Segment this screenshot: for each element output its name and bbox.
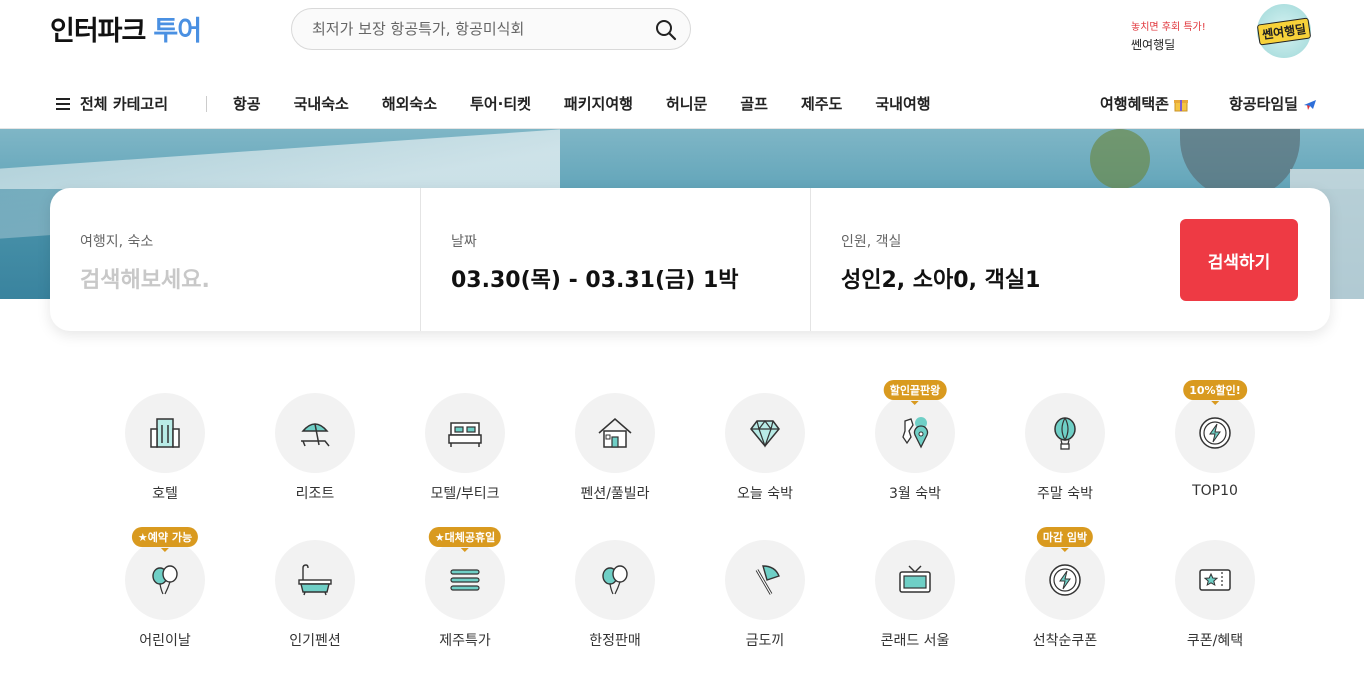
nav-item-golf[interactable]: 골프: [740, 93, 768, 114]
all-categories-label: 전체 카테고리: [80, 95, 169, 113]
category-coupon-benefit[interactable]: 쿠폰/혜택: [1140, 540, 1290, 660]
category-label: 쿠폰/혜택: [1186, 633, 1244, 649]
promo-line1: 놓치면 후회 특가!: [1131, 22, 1206, 33]
hotel-icon: [150, 418, 180, 448]
nav-item-overseas-stay[interactable]: 해외숙소: [382, 93, 437, 114]
nav-item-flight[interactable]: 항공: [233, 93, 261, 114]
destination-placeholder: 검색해보세요.: [80, 268, 210, 293]
date-label: 날짜: [451, 234, 477, 250]
category-label: 호텔: [152, 486, 178, 502]
category-label: 제주특가: [439, 633, 491, 649]
promo-line2: 쎈여행딜: [1131, 38, 1176, 52]
diamond-icon: [750, 420, 780, 448]
category-jeju-special[interactable]: 제주특가 ★대체공휴일: [390, 527, 540, 660]
search-bar: [291, 8, 691, 50]
axe-icon: [755, 565, 780, 595]
category-tag: 10%할인!: [1183, 380, 1247, 405]
promo-link[interactable]: 놓치면 후회 특가! 쎈여행딜: [1131, 18, 1206, 53]
airplane-icon: [1304, 99, 1316, 110]
category-tag: ★대체공휴일: [428, 527, 502, 552]
promo-badge-text: 쎈여행딜: [1256, 16, 1312, 46]
house-icon: [598, 418, 632, 448]
category-label: 리조트: [295, 486, 335, 502]
booking-card: 여행지, 숙소 검색해보세요. 날짜 03.30(목) - 03.31(금) 1…: [50, 188, 1330, 331]
menu-lines-icon: [450, 569, 480, 591]
category-label: 오늘 숙박: [737, 486, 793, 502]
category-label: 어린이날: [139, 633, 191, 649]
gift-icon: [1173, 99, 1188, 111]
tv-icon: [899, 565, 931, 593]
category-label: TOP10: [1192, 483, 1238, 499]
category-label: 금도끼: [745, 633, 785, 649]
nav-item-jeju[interactable]: 제주도: [801, 93, 842, 114]
header: 인터파크투어 놓치면 후회 특가! 쎈여행딜 쎈여행딜: [0, 0, 1364, 68]
balloons-icon: [602, 565, 628, 595]
category-tag: 할인끝판왕: [883, 380, 947, 405]
category-today-stay[interactable]: 오늘 숙박: [690, 393, 840, 513]
category-pension[interactable]: 펜션/풀빌라: [540, 393, 690, 513]
nav-menu: 항공 국내숙소 해외숙소 투어·티켓 패키지여행 허니문 골프 제주도 국내여행: [233, 93, 964, 114]
site-logo[interactable]: 인터파크 투어: [50, 9, 202, 48]
balloon-icon: [1054, 417, 1076, 450]
category-motel[interactable]: 모텔/부티크: [390, 393, 540, 513]
nav-item-package[interactable]: 패키지여행: [564, 93, 633, 114]
flight-timedeal-label: 항공타임딜: [1228, 95, 1298, 113]
lightning-icon: [1199, 417, 1231, 449]
category-tag: 마감 임박: [1036, 527, 1094, 552]
category-hotel[interactable]: 호텔: [90, 393, 240, 513]
category-top10[interactable]: TOP10 10%할인!: [1140, 380, 1290, 513]
category-label: 한정판매: [589, 633, 641, 649]
category-label: 주말 숙박: [1037, 486, 1093, 502]
destination-label: 여행지, 숙소: [80, 234, 154, 250]
nav-divider: [206, 96, 207, 112]
destination-field[interactable]: 여행지, 숙소 검색해보세요.: [50, 188, 420, 331]
nav-item-domestic-stay[interactable]: 국내숙소: [294, 93, 349, 114]
benefit-zone-label: 여행혜택존: [1099, 95, 1169, 113]
ticket-icon: [1199, 569, 1231, 591]
category-label: 3월 숙박: [889, 486, 941, 502]
category-resort[interactable]: 리조트: [240, 393, 390, 513]
search-button[interactable]: 검색하기: [1180, 219, 1298, 301]
bed-icon: [448, 422, 482, 447]
all-categories-button[interactable]: 전체 카테고리: [56, 93, 168, 114]
category-first-come-coupon[interactable]: 선착순쿠폰 마감 임박: [990, 527, 1140, 660]
category-label: 펜션/풀빌라: [580, 486, 650, 502]
nav-item-domestic-travel[interactable]: 국내여행: [875, 93, 930, 114]
search-icon[interactable]: [654, 18, 678, 42]
bathtub-icon: [298, 564, 332, 596]
category-march-stay[interactable]: 3월 숙박 할인끝판왕: [840, 380, 990, 513]
guest-label: 인원, 객실: [841, 234, 902, 250]
map-pin-icon: [902, 417, 929, 449]
search-input[interactable]: [312, 17, 632, 41]
category-tag: ★예약 가능: [131, 527, 199, 552]
guest-value: 성인2, 소아0, 객실1: [841, 268, 1041, 293]
nav-benefit-zone[interactable]: 여행혜택존: [1100, 93, 1189, 114]
category-label: 모텔/부티크: [430, 486, 500, 502]
hamburger-icon: [56, 97, 70, 110]
date-field[interactable]: 날짜 03.30(목) - 03.31(금) 1박: [421, 188, 810, 331]
main-nav: 전체 카테고리 항공 국내숙소 해외숙소 투어·티켓 패키지여행 허니문 골프 …: [0, 80, 1364, 129]
category-label: 콘래드 서울: [880, 633, 950, 649]
category-label: 선착순쿠폰: [1032, 633, 1098, 649]
logo-main: 인터파크: [50, 16, 146, 47]
promo-badge[interactable]: 쎈여행딜: [1256, 4, 1312, 58]
category-label: 인기펜션: [289, 633, 341, 649]
category-limited-sale[interactable]: 한정판매: [540, 540, 690, 660]
guest-field[interactable]: 인원, 객실 성인2, 소아0, 객실1: [811, 188, 1151, 331]
date-value: 03.30(목) - 03.31(금) 1박: [451, 268, 739, 293]
logo-sub: 투어: [153, 16, 202, 47]
umbrella-icon: [301, 423, 330, 447]
nav-item-tour-ticket[interactable]: 투어·티켓: [470, 93, 531, 114]
category-weekend-stay[interactable]: 주말 숙박: [990, 393, 1140, 513]
nav-flight-timedeal[interactable]: 항공타임딜: [1229, 93, 1318, 114]
nav-right: 여행혜택존 항공타임딜: [1100, 93, 1318, 114]
category-conrad-seoul[interactable]: 콘래드 서울: [840, 540, 990, 660]
category-childrens-day[interactable]: 어린이날 ★예약 가능: [90, 527, 240, 660]
balloons-icon: [152, 565, 178, 595]
category-golden-axe[interactable]: 금도끼: [690, 540, 840, 660]
lightning-icon: [1049, 564, 1081, 596]
category-popular-pension[interactable]: 인기펜션: [240, 540, 390, 660]
nav-item-honeymoon[interactable]: 허니문: [666, 93, 707, 114]
